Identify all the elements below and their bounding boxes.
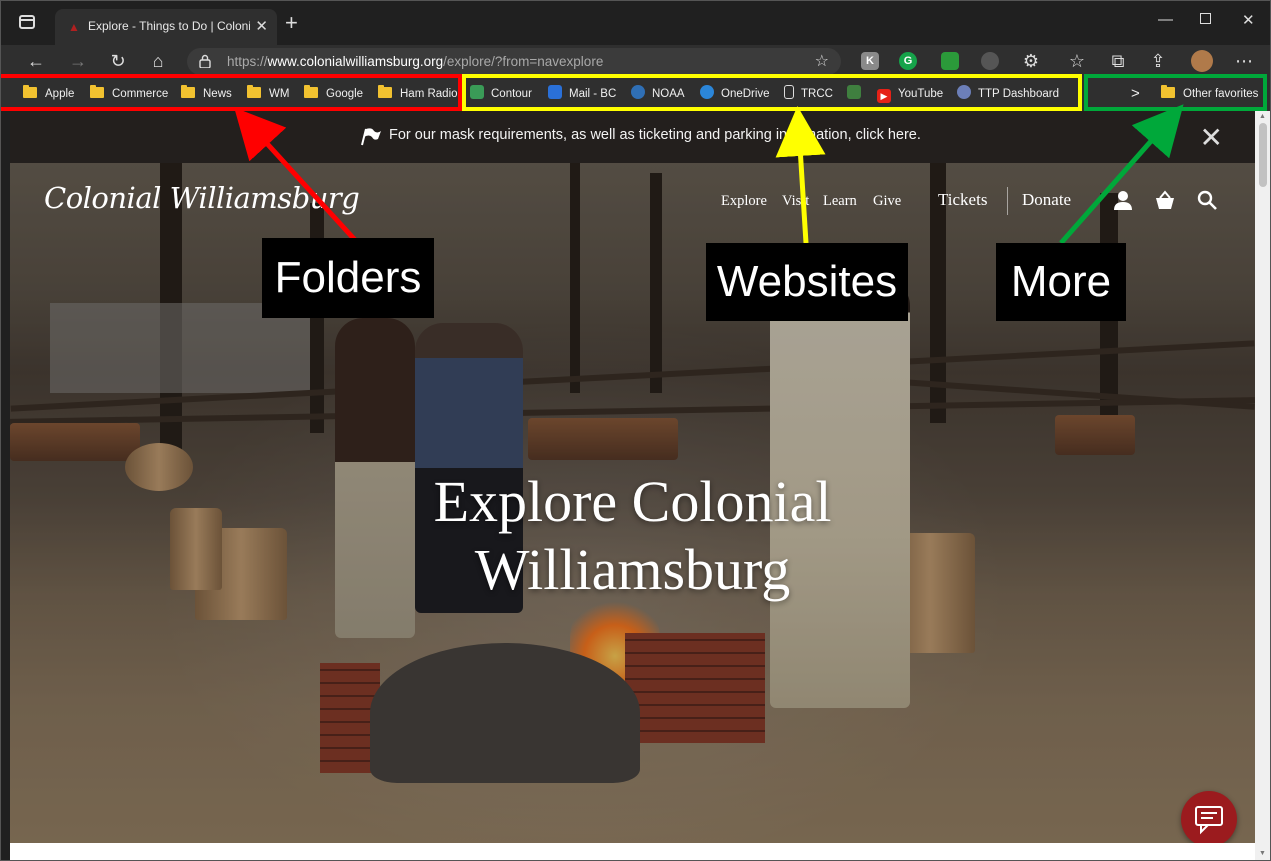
page-bottom [10,843,1255,860]
url-text: https://www.colonialwilliamsburg.org/exp… [227,54,604,69]
shopping-basket-icon[interactable] [1154,189,1176,211]
profile-avatar[interactable] [1191,50,1213,72]
tab-actions-icon[interactable] [19,15,35,29]
folders-annotation-label: Folders [262,238,434,318]
scroll-down-icon[interactable]: ▼ [1259,850,1266,857]
scroll-up-icon[interactable]: ▲ [1259,113,1266,120]
chat-icon [1195,806,1223,835]
tab-close-icon[interactable]: ✕ [255,17,268,35]
hero-heading-line-1: Explore Colonial [433,469,832,534]
more-annotation-label: More [996,243,1126,321]
grammarly-icon[interactable]: G [899,52,917,70]
maximize-icon[interactable] [1200,13,1211,24]
more-highlight-box [1084,74,1267,111]
refresh-icon[interactable]: ↻ [107,50,129,72]
share-icon[interactable]: ⇪ [1147,50,1169,72]
cloud-extension-icon[interactable] [981,52,999,70]
chat-button[interactable] [1181,791,1237,847]
flag-icon [361,128,381,146]
search-icon[interactable] [1196,189,1218,211]
address-bar[interactable]: https://www.colonialwilliamsburg.org/exp… [187,48,841,75]
page-scrollbar[interactable]: ▲ ▼ [1255,111,1270,860]
window-close-icon[interactable]: ✕ [1242,11,1255,29]
site-logo[interactable]: Colonial Williamsburg [44,181,360,215]
nav-visit[interactable]: Visit [782,193,809,210]
extensions-icon[interactable]: ⚙ [1020,50,1042,72]
nav-divider [1007,187,1008,215]
tab-title: Explore - Things to Do | Colonial [88,19,250,33]
extension-k-icon[interactable]: K [861,52,879,70]
account-icon[interactable] [1112,189,1134,211]
banner-message[interactable]: For our mask requirements, as well as ti… [389,127,921,143]
home-icon[interactable]: ⌂ [147,50,169,72]
banner-close-icon[interactable]: ✕ [1200,121,1223,154]
hero-heading: Explore Colonial Williamsburg [10,468,1255,604]
new-tab-icon[interactable]: + [285,10,298,36]
add-favorite-icon[interactable]: ☆ [815,51,829,71]
browser-window: ▲ Explore - Things to Do | Colonial ✕ + … [0,0,1271,861]
hero-heading-line-2: Williamsburg [474,537,791,602]
donate-link[interactable]: Donate [1022,190,1071,210]
minimize-icon[interactable]: — [1158,11,1173,28]
tickets-link[interactable]: Tickets [938,190,987,210]
tab-bar: ▲ Explore - Things to Do | Colonial ✕ + … [1,1,1270,45]
folders-highlight-box [1,74,462,111]
nav-explore[interactable]: Explore [721,193,767,210]
active-tab[interactable]: ▲ Explore - Things to Do | Colonial ✕ [55,9,277,45]
extension-green-icon[interactable] [941,52,959,70]
web-page: For our mask requirements, as well as ti… [10,111,1255,860]
more-menu-icon[interactable]: ⋯ [1233,50,1255,72]
notice-banner[interactable]: For our mask requirements, as well as ti… [10,111,1255,163]
nav-give[interactable]: Give [873,193,901,210]
websites-annotation-label: Websites [706,243,908,321]
websites-highlight-box [462,74,1082,111]
forward-icon[interactable]: → [67,50,89,72]
site-favicon-icon: ▲ [68,20,80,34]
nav-learn[interactable]: Learn [823,193,857,210]
lock-icon [199,54,211,68]
scrollbar-thumb[interactable] [1259,123,1267,187]
back-icon[interactable]: ← [25,50,47,72]
navigation-bar: ← → ↻ ⌂ https://www.colonialwilliamsburg… [1,45,1270,77]
collections-icon[interactable]: ⧉ [1107,50,1129,72]
favorites-icon[interactable]: ☆ [1066,50,1088,72]
